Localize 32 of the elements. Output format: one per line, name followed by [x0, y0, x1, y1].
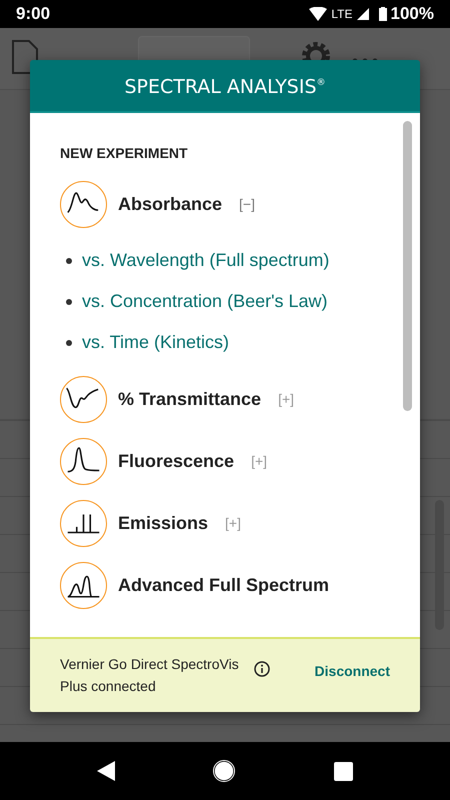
spectrum-icon[interactable] [60, 376, 107, 422]
experiment-option[interactable]: Fluorescence [118, 448, 234, 474]
back-icon[interactable] [97, 761, 116, 781]
experiment-option[interactable]: Absorbance [118, 190, 222, 218]
sub-option-link[interactable]: vs. Wavelength (Full spectrum) [82, 247, 330, 274]
expand-toggle[interactable]: [−] [239, 194, 255, 214]
sub-option-link[interactable]: vs. Concentration (Beer's Law) [82, 288, 328, 315]
wifi-icon [309, 7, 328, 21]
info-icon[interactable] [254, 661, 270, 677]
spectrum-icon[interactable] [60, 438, 107, 484]
spectrum-icon[interactable] [60, 180, 107, 228]
battery-icon [378, 7, 387, 21]
experiment-option[interactable]: Advanced Full Spectrum [118, 572, 330, 598]
connection-message: Vernier Go Direct SpectroVis Plus connected [60, 655, 240, 696]
spectrum-icon[interactable] [60, 500, 107, 546]
recents-icon[interactable] [334, 762, 353, 780]
battery-level: 100% [390, 3, 434, 26]
section-heading: NEW EXPERIMENT [60, 144, 189, 163]
signal-icon [356, 8, 369, 20]
scrollbar[interactable] [403, 121, 412, 411]
bullet [66, 340, 72, 346]
spectrum-icon[interactable] [60, 562, 107, 608]
bullet [66, 298, 72, 304]
bullet [66, 258, 72, 264]
home-icon[interactable] [213, 760, 236, 782]
experiment-option[interactable]: % Transmittance [118, 386, 262, 412]
network-type: LTE [331, 6, 353, 23]
status-time: 9:00 [16, 3, 50, 26]
disconnect-link[interactable]: Disconnect [314, 661, 390, 682]
sub-option-link[interactable]: vs. Time (Kinetics) [82, 329, 230, 356]
experiment-option[interactable]: Emissions [118, 510, 208, 536]
dialog-title: SPECTRAL ANALYSIS$^{®}$ [30, 60, 420, 113]
